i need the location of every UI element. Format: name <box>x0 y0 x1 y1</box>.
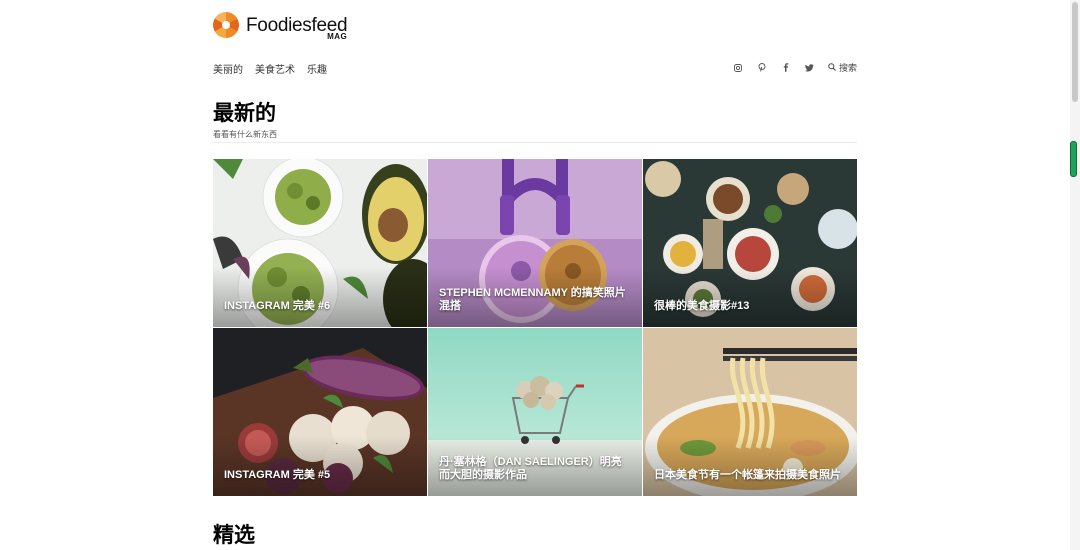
post-card-title: INSTAGRAM 完美 #5 <box>224 469 331 481</box>
facebook-icon[interactable] <box>780 62 792 74</box>
latest-post-grid: INSTAGRAM 完美 #6 STEPHEN MCMENNAMY 的搞笑照片混… <box>213 159 857 496</box>
social-links: 搜索 <box>732 61 857 74</box>
post-card-japan-food-festival[interactable]: 日本美食节有一个帐篷来拍摄美食照片 <box>643 328 857 496</box>
caption-shade <box>213 267 427 327</box>
scrollbar-thumb[interactable] <box>1072 2 1078 102</box>
site-logo[interactable]: Foodiesfeed MAG <box>213 12 348 41</box>
search-label: 搜索 <box>838 63 857 73</box>
search-icon <box>828 62 836 73</box>
post-card-title: STEPHEN MCMENNAMY 的搞笑照片混搭 <box>439 287 626 312</box>
search-button[interactable]: 搜索 <box>828 61 857 74</box>
post-card-food-photography-13[interactable]: 很棒的美食摄影#13 <box>643 159 857 327</box>
post-card-instagram-5[interactable]: INSTAGRAM 完美 #5 <box>213 328 427 496</box>
twitter-icon[interactable] <box>804 62 816 74</box>
main-nav: 美丽的 美食艺术 乐趣 <box>213 61 327 76</box>
page-scrollbar[interactable] <box>1070 0 1080 550</box>
nav-item-fun[interactable]: 乐趣 <box>307 61 327 76</box>
post-card-title: 很棒的美食摄影#13 <box>654 300 750 312</box>
post-card-title: 丹·塞林格（DAN SAELINGER）明亮而大胆的摄影作品 <box>439 456 622 481</box>
featured-section-title: 精选 <box>213 523 255 547</box>
pinterest-icon[interactable] <box>756 62 768 74</box>
floating-side-tab[interactable] <box>1070 141 1077 177</box>
post-card-instagram-6[interactable]: INSTAGRAM 完美 #6 <box>213 159 427 327</box>
post-card-dan-saelinger[interactable]: 丹·塞林格（DAN SAELINGER）明亮而大胆的摄影作品 <box>428 328 642 496</box>
nav-item-beautiful[interactable]: 美丽的 <box>213 61 243 76</box>
logo-aperture-icon <box>213 12 239 38</box>
caption-shade <box>213 436 427 496</box>
post-card-stephen-mcmennamy[interactable]: STEPHEN MCMENNAMY 的搞笑照片混搭 <box>428 159 642 327</box>
latest-section-subtitle: 看看有什么新东西 <box>213 130 277 139</box>
post-card-title: INSTAGRAM 完美 #6 <box>224 300 331 312</box>
section-divider <box>213 142 857 143</box>
caption-shade <box>643 267 857 327</box>
latest-section-title: 最新的 <box>213 101 276 125</box>
caption-shade <box>643 436 857 496</box>
nav-item-food-art[interactable]: 美食艺术 <box>255 61 295 76</box>
instagram-icon[interactable] <box>732 62 744 74</box>
post-card-title: 日本美食节有一个帐篷来拍摄美食照片 <box>654 469 841 481</box>
